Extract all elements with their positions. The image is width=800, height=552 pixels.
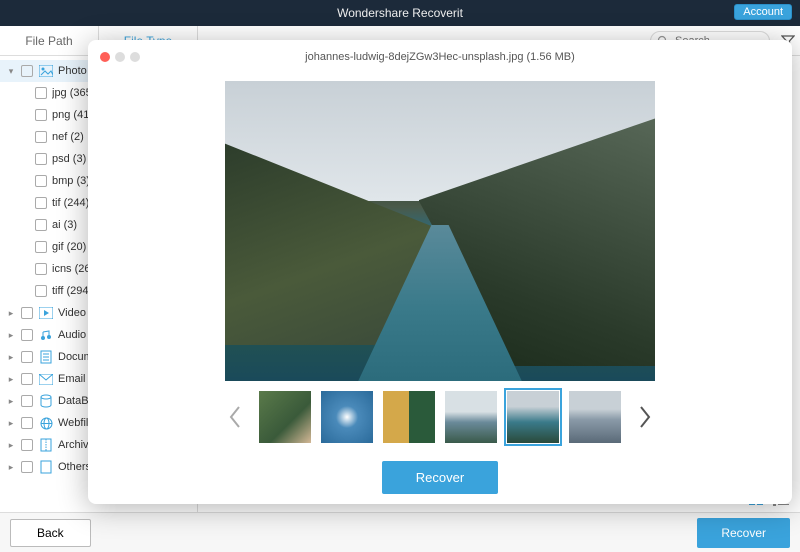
doc-icon: [38, 350, 54, 364]
chevron-icon[interactable]: ▸: [6, 374, 16, 385]
chevron-icon[interactable]: ▸: [6, 396, 16, 407]
thumbnail-2[interactable]: [321, 391, 373, 443]
sidebar-item-label: psd (3): [52, 153, 86, 165]
back-button[interactable]: Back: [10, 519, 91, 547]
email-icon: [38, 372, 54, 386]
checkbox[interactable]: [35, 263, 47, 275]
sidebar-item-label: tif (244): [52, 197, 89, 209]
sidebar-item-label: icns (26: [52, 263, 91, 275]
account-button[interactable]: Account: [734, 4, 792, 20]
web-icon: [38, 416, 54, 430]
checkbox[interactable]: [21, 307, 33, 319]
checkbox[interactable]: [21, 351, 33, 363]
sidebar-item-label: Archiv: [58, 439, 89, 451]
sidebar-item-label: png (41: [52, 109, 89, 121]
preview-filename: johannes-ludwig-8dejZGw3Hec-unsplash.jpg…: [88, 51, 792, 63]
chevron-icon[interactable]: ▸: [6, 352, 16, 363]
checkbox[interactable]: [35, 131, 47, 143]
checkbox[interactable]: [35, 241, 47, 253]
chevron-icon[interactable]: ▸: [6, 308, 16, 319]
thumbnail-3[interactable]: [383, 391, 435, 443]
chevron-icon[interactable]: ▸: [6, 330, 16, 341]
sidebar-item-label: Webfil: [58, 417, 88, 429]
chevron-icon[interactable]: ▸: [6, 462, 16, 473]
other-icon: [38, 460, 54, 474]
photo-icon: [38, 64, 54, 78]
video-icon: [38, 306, 54, 320]
modal-recover-button[interactable]: Recover: [382, 461, 498, 494]
next-arrow-icon[interactable]: [633, 392, 657, 442]
checkbox[interactable]: [21, 65, 33, 77]
sidebar-item-label: nef (2): [52, 131, 84, 143]
checkbox[interactable]: [35, 219, 47, 231]
checkbox[interactable]: [21, 417, 33, 429]
thumbnail-1[interactable]: [259, 391, 311, 443]
thumbnail-6[interactable]: [569, 391, 621, 443]
thumbnail-5[interactable]: [507, 391, 559, 443]
checkbox[interactable]: [35, 87, 47, 99]
sidebar-item-label: gif (20): [52, 241, 86, 253]
preview-modal: johannes-ludwig-8dejZGw3Hec-unsplash.jpg…: [88, 40, 792, 504]
audio-icon: [38, 328, 54, 342]
checkbox[interactable]: [35, 197, 47, 209]
checkbox[interactable]: [35, 285, 47, 297]
chevron-icon[interactable]: ▾: [6, 66, 16, 77]
sidebar-item-label: Photo: [58, 65, 87, 77]
sidebar-item-label: Others: [58, 461, 91, 473]
sidebar-item-label: jpg (365: [52, 87, 92, 99]
sidebar-item-label: ai (3): [52, 219, 77, 231]
footer: Back Recover: [0, 512, 800, 552]
sidebar-item-label: tiff (294: [52, 285, 89, 297]
preview-image: [225, 81, 655, 381]
prev-arrow-icon[interactable]: [223, 392, 247, 442]
checkbox[interactable]: [21, 373, 33, 385]
app-title: Wondershare Recoverit: [337, 6, 463, 20]
footer-recover-button[interactable]: Recover: [697, 518, 790, 548]
checkbox[interactable]: [21, 439, 33, 451]
tab-file-path[interactable]: File Path: [0, 26, 99, 55]
chevron-icon[interactable]: ▸: [6, 440, 16, 451]
sidebar-item-label: bmp (3): [52, 175, 90, 187]
checkbox[interactable]: [35, 153, 47, 165]
archive-icon: [38, 438, 54, 452]
db-icon: [38, 394, 54, 408]
checkbox[interactable]: [21, 461, 33, 473]
thumbnail-4[interactable]: [445, 391, 497, 443]
chevron-icon[interactable]: ▸: [6, 418, 16, 429]
checkbox[interactable]: [35, 109, 47, 121]
checkbox[interactable]: [21, 395, 33, 407]
titlebar: Wondershare Recoverit Account: [0, 0, 800, 26]
checkbox[interactable]: [35, 175, 47, 187]
checkbox[interactable]: [21, 329, 33, 341]
